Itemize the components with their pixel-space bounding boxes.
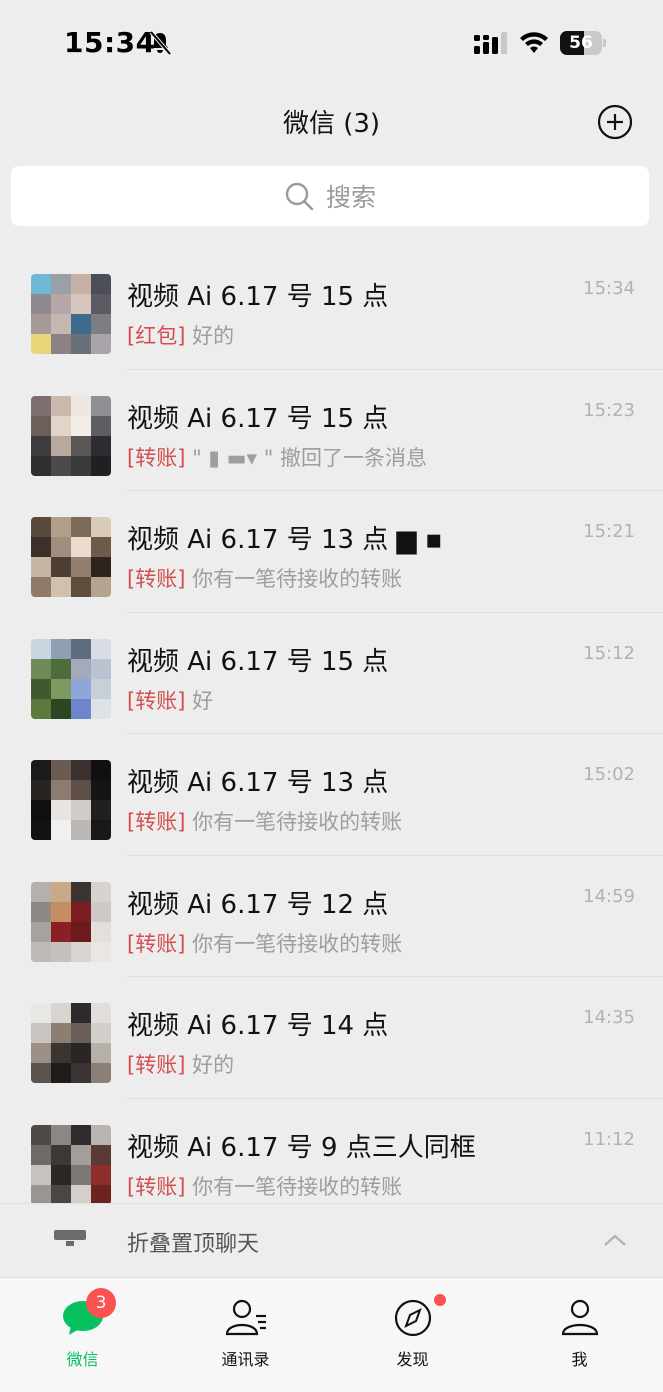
chat-time: 15:21 [583,521,635,542]
tab-chats[interactable]: 3 微信 [0,1278,165,1392]
chat-row[interactable]: 视频 Ai 6.17 号 13 点 15:02 [转账] 你有一笔待接收的转账 [0,734,663,856]
chat-name: 视频 Ai 6.17 号 9 点三人同框 [127,1132,476,1163]
message-text: 好的 [185,324,235,348]
message-text: 好的 [185,1053,235,1077]
message-tag: [红包] [127,324,186,348]
chat-preview: [转账] 好 [127,685,213,715]
unread-badge: 3 [86,1288,116,1318]
person-icon [561,1299,598,1336]
chat-preview: [转账] 你有一笔待接收的转账 [127,928,402,958]
contacts-icon [225,1299,266,1336]
avatar [31,1003,111,1083]
message-tag: [转账] [127,567,186,591]
message-tag: [转账] [127,931,186,956]
chat-preview: [转账] 你有一笔待接收的转账 [127,563,402,593]
battery-level: 56 [569,33,593,53]
tab-label: 发现 [396,1350,429,1369]
message-text: 你有一笔待接收的转账 [185,810,403,834]
chat-row[interactable]: 视频 Ai 6.17 号 14 点 14:35 [转账] 好的 [0,977,663,1099]
status-time: 15:34 [64,26,156,59]
message-text: 好 [185,688,214,713]
tab-label: 我 [571,1350,588,1369]
chat-name: 视频 Ai 6.17 号 14 点 [127,1011,389,1041]
avatar [31,517,111,597]
chat-list: 视频 Ai 6.17 号 15 点 15:34 [红包] 好的 视频 Ai 6.17 … [0,248,663,1220]
fold-label: 折叠置顶聊天 [127,1232,260,1257]
chat-time: 15:12 [583,642,635,664]
chat-row[interactable]: 视频 Ai 6.17 号 9 点三人同框 11:12 [转账] 你有一笔待接收的转账 [0,1099,663,1220]
search-bar[interactable]: 搜索 [11,166,649,226]
chat-preview: [转账] 你有一笔待接收的转账 [127,1171,402,1201]
tab-contacts[interactable]: 通讯录 [163,1278,328,1392]
message-tag: [转账] [127,1053,186,1077]
chat-name: 视频 Ai 6.17 号 12 点 [127,889,389,920]
chat-name: 视频 Ai 6.17 号 13 点 [127,768,389,798]
status-bar: 15:34 56 [0,0,663,88]
bell-muted-icon [149,30,172,56]
search-icon [285,182,314,211]
chat-preview: [转账] " ▮ ▬▾ " 撤回了一条消息 [127,442,427,472]
avatar [31,1124,111,1205]
chat-row[interactable]: 视频 Ai 6.17 号 15 点 15:34 [红包] 好的 [0,248,663,370]
message-tag: [转账] [127,445,186,470]
chat-row[interactable]: 视频 Ai 6.17 号 13 点 ▆ ▪ 15:21 [转账] 你有一笔待接收的转… [0,491,663,613]
message-text: 你有一笔待接收的转账 [185,567,403,591]
compass-icon [394,1299,431,1337]
new-dot [434,1294,446,1306]
avatar [31,760,111,840]
battery-indicator: 56 [560,31,606,55]
tab-label: 通讯录 [221,1350,270,1369]
chat-time: 11:12 [583,1128,635,1150]
tab-bar: 3 微信 通讯录 发现 我 [0,1277,663,1392]
chat-time: 14:59 [583,885,635,907]
chat-name: 视频 Ai 6.17 号 15 点 [127,646,389,677]
tab-label: 微信 [66,1350,99,1369]
message-tag: [转账] [127,688,186,713]
chat-time: 15:34 [583,278,635,299]
chat-time: 14:35 [583,1007,635,1028]
chat-name: 视频 Ai 6.17 号 15 点 [127,403,389,434]
search-placeholder: 搜索 [325,183,376,212]
signal-icon [474,32,507,54]
chat-preview: [红包] 好的 [127,320,234,350]
chat-name: 视频 Ai 6.17 号 13 点 ▆ ▪ [127,525,443,555]
tab-discover[interactable]: 发现 [330,1278,495,1392]
chat-time: 15:23 [583,399,635,421]
folded-pinned-chats[interactable]: 折叠置顶聊天 [0,1203,663,1275]
chat-name: 视频 Ai 6.17 号 15 点 [127,282,389,312]
message-tag: [转账] [127,1174,186,1199]
chat-time: 15:02 [583,764,635,785]
chat-row[interactable]: 视频 Ai 6.17 号 15 点 15:12 [转账] 好 [0,613,663,734]
avatar [31,638,111,719]
add-button[interactable] [597,104,633,140]
page-title: 微信 (3) [282,109,381,139]
chevron-up-icon[interactable] [602,1232,628,1248]
message-tag: [转账] [127,810,186,834]
avatar [31,274,111,354]
chat-preview: [转账] 好的 [127,1049,234,1079]
monitor-icon [54,1230,86,1246]
tab-me[interactable]: 我 [497,1278,662,1392]
chat-row[interactable]: 视频 Ai 6.17 号 12 点 14:59 [转账] 你有一笔待接收的转账 [0,856,663,977]
chat-preview: [转账] 你有一笔待接收的转账 [127,806,402,836]
message-text: 你有一笔待接收的转账 [185,1174,403,1199]
avatar [31,881,111,962]
message-text: " ▮ ▬▾ " 撤回了一条消息 [185,445,428,470]
avatar [31,395,111,476]
wifi-icon [520,32,548,53]
message-text: 你有一笔待接收的转账 [185,931,403,956]
chat-row[interactable]: 视频 Ai 6.17 号 15 点 15:23 [转账] " ▮ ▬▾ " 撤回了一… [0,370,663,491]
